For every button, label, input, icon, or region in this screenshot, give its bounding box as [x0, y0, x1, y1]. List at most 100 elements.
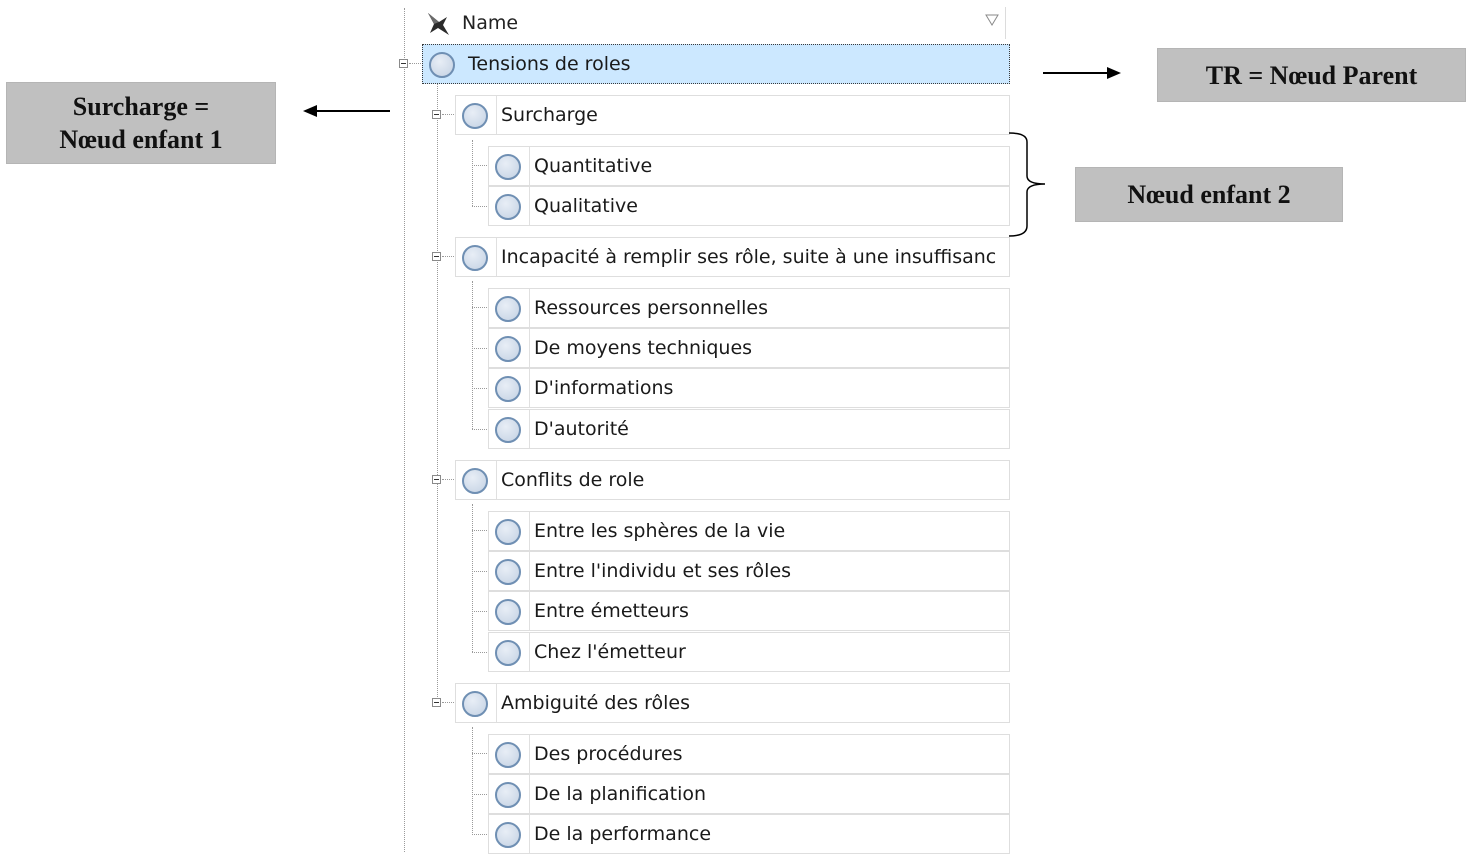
connector: [442, 256, 456, 257]
tree-node-leaf[interactable]: Des procédures: [488, 734, 1010, 774]
connector: [472, 571, 489, 572]
tree-node-leaf[interactable]: De la performance: [488, 814, 1010, 854]
tree-node-leaf[interactable]: Chez l'émetteur: [488, 632, 1010, 672]
tree-node-group[interactable]: Ambiguité des rôles: [455, 683, 1010, 723]
node-circle-icon: [495, 640, 521, 666]
callout-child1: Surcharge = Nœud enfant 1: [6, 82, 276, 164]
tree-node-leaf[interactable]: Entre l'individu et ses rôles: [488, 551, 1010, 591]
connector: [472, 206, 489, 207]
tree-node-leaf[interactable]: Entre émetteurs: [488, 591, 1010, 631]
callout-child2: Nœud enfant 2: [1075, 167, 1343, 222]
node-label: Chez l'émetteur: [534, 641, 686, 663]
collapse-toggle-incapacite[interactable]: [432, 252, 441, 261]
collapse-toggle-surcharge[interactable]: [432, 110, 441, 119]
node-label: Ambiguité des rôles: [501, 692, 690, 714]
row-divider: [496, 238, 497, 276]
collapse-toggle-conflits[interactable]: [432, 475, 441, 484]
node-circle-icon: [429, 52, 455, 78]
pin-icon: [428, 13, 449, 35]
node-label: Quantitative: [534, 155, 653, 177]
tree-node-leaf[interactable]: Entre les sphères de la vie: [488, 511, 1010, 551]
connector: [442, 479, 456, 480]
tree-node-group[interactable]: Surcharge: [455, 95, 1010, 135]
node-label: Entre l'individu et ses rôles: [534, 560, 792, 582]
tree-node-leaf[interactable]: Qualitative: [488, 186, 1010, 226]
arrow-head-icon: [303, 105, 317, 117]
row-divider: [529, 735, 530, 773]
tree-guide-level1: [437, 84, 438, 707]
row-divider: [529, 410, 530, 448]
row-divider: [529, 633, 530, 671]
connector: [472, 753, 489, 754]
row-divider: [529, 592, 530, 630]
tree-guide-level2d: [472, 727, 473, 835]
node-label: Qualitative: [534, 195, 638, 217]
callout-child1-content: Surcharge = Nœud enfant 1: [59, 90, 222, 156]
node-label: Surcharge: [501, 104, 598, 126]
row-divider: [529, 289, 530, 327]
tree-node-root[interactable]: Tensions de roles: [422, 44, 1010, 84]
node-label: D'informations: [534, 377, 674, 399]
node-circle-icon: [462, 691, 488, 717]
connector: [472, 348, 489, 349]
node-circle-icon: [495, 194, 521, 220]
connector: [442, 702, 456, 703]
node-circle-icon: [462, 103, 488, 129]
node-circle-icon: [462, 468, 488, 494]
arrow-head-icon: [1107, 67, 1121, 79]
row-divider: [496, 96, 497, 134]
node-label: Entre émetteurs: [534, 600, 689, 622]
tree-node-group[interactable]: Conflits de role: [455, 460, 1010, 500]
node-circle-icon: [495, 336, 521, 362]
node-label: Ressources personnelles: [534, 297, 768, 319]
connector: [472, 388, 489, 389]
row-divider: [529, 775, 530, 813]
row-divider: [529, 187, 530, 225]
connector: [472, 611, 489, 612]
tree-guide-outer: [404, 8, 405, 852]
callout-parent: TR = Nœud Parent: [1157, 48, 1466, 102]
node-circle-icon: [495, 519, 521, 545]
tree-node-leaf[interactable]: De moyens techniques: [488, 328, 1010, 368]
node-label: De la planification: [534, 783, 707, 805]
tree-node-leaf[interactable]: De la planification: [488, 774, 1010, 814]
tree-node-leaf[interactable]: Ressources personnelles: [488, 288, 1010, 328]
node-circle-icon: [495, 154, 521, 180]
connector: [472, 165, 489, 166]
collapse-toggle-ambiguite[interactable]: [432, 698, 441, 707]
connector: [442, 114, 456, 115]
node-circle-icon: [495, 822, 521, 848]
node-circle-icon: [495, 559, 521, 585]
node-label: De moyens techniques: [534, 337, 753, 359]
tree-node-leaf[interactable]: Quantitative: [488, 146, 1010, 186]
node-label: Tensions de roles: [468, 53, 631, 75]
row-divider: [496, 684, 497, 722]
column-header-label: Name: [462, 12, 519, 34]
arrow-to-child1-callout: [316, 110, 390, 112]
node-circle-icon: [462, 245, 488, 271]
node-circle-icon: [495, 417, 521, 443]
callout-parent-text: TR = Nœud Parent: [1205, 60, 1418, 90]
tree-node-group[interactable]: Incapacité à remplir ses rôle, suite à u…: [455, 237, 1010, 277]
collapse-toggle-root[interactable]: [399, 59, 408, 68]
callout-child1-line1: Surcharge =: [72, 92, 210, 121]
row-divider: [529, 512, 530, 550]
tree-guide-level2b: [472, 281, 473, 429]
row-divider: [529, 147, 530, 185]
row-divider: [529, 369, 530, 407]
connector: [472, 834, 489, 835]
connector: [472, 530, 489, 531]
node-label: Conflits de role: [501, 469, 645, 491]
tree-node-leaf[interactable]: D'autorité: [488, 409, 1010, 449]
node-circle-icon: [495, 599, 521, 625]
column-header-name[interactable]: Name: [425, 7, 1006, 39]
row-divider: [529, 552, 530, 590]
callout-child2-text: Nœud enfant 2: [1127, 180, 1291, 209]
node-label: Incapacité à remplir ses rôle, suite à u…: [501, 246, 997, 268]
node-label: De la performance: [534, 823, 712, 845]
row-divider: [529, 815, 530, 853]
tree-node-leaf[interactable]: D'informations: [488, 368, 1010, 408]
row-divider: [496, 461, 497, 499]
node-circle-icon: [495, 296, 521, 322]
filter-icon[interactable]: [985, 13, 999, 27]
